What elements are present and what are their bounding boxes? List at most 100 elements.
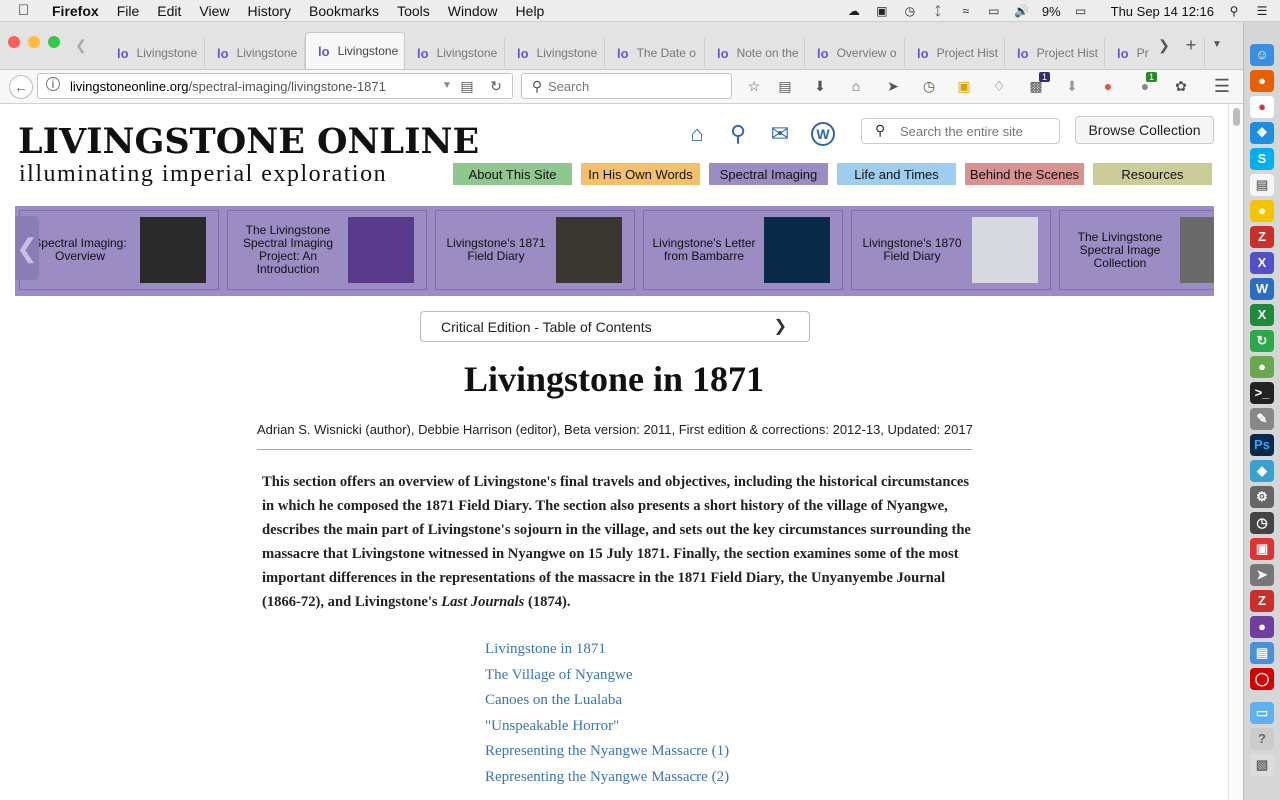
pocket-icon[interactable]: ♢ bbox=[990, 77, 1008, 95]
carousel-card[interactable]: The Livingstone Spectral Image Collectio… bbox=[1059, 210, 1214, 290]
app-status-icon[interactable]: ▣ bbox=[874, 4, 890, 18]
page-scrollbar[interactable] bbox=[1228, 104, 1243, 800]
word-icon[interactable]: W bbox=[1250, 278, 1274, 300]
reader-view-icon[interactable]: ▤ bbox=[458, 77, 476, 95]
home-icon[interactable]: ⌂ bbox=[685, 122, 709, 146]
clock-app-icon[interactable]: ◷ bbox=[1250, 512, 1274, 534]
zotero-icon[interactable]: Z bbox=[1250, 590, 1274, 612]
browser-tab[interactable]: lo Livingstone bbox=[405, 38, 505, 68]
pages-icon[interactable]: ▤ bbox=[1250, 174, 1274, 196]
nav-tab-in-his-own-words[interactable]: In His Own Words bbox=[581, 163, 700, 185]
photoshop-icon[interactable]: Ps bbox=[1250, 434, 1274, 456]
finder-icon[interactable]: ☺ bbox=[1250, 44, 1274, 66]
github-icon[interactable]: ● bbox=[1250, 616, 1274, 638]
carousel-card[interactable]: Spectral Imaging: Overview bbox=[19, 210, 219, 290]
nav-tab-resources[interactable]: Resources bbox=[1093, 163, 1212, 185]
automator-icon[interactable]: ⚙ bbox=[1250, 486, 1274, 508]
launchpad-icon[interactable]: ➤ bbox=[1250, 564, 1274, 586]
time-machine-icon[interactable]: ◷ bbox=[902, 4, 918, 18]
duckduckgo-icon[interactable]: ● bbox=[1099, 77, 1117, 95]
browser-tab[interactable]: lo Livingstone bbox=[505, 38, 605, 68]
wordpress-icon[interactable]: W bbox=[811, 122, 835, 146]
carousel-card[interactable]: The Livingstone Spectral Imaging Project… bbox=[227, 210, 427, 290]
reload-icon[interactable]: ↻ bbox=[487, 77, 505, 95]
battery-icon[interactable]: ▭ bbox=[1073, 4, 1089, 18]
spotlight-search-icon[interactable]: ⚲ bbox=[1226, 4, 1242, 18]
section-link[interactable]: Canoes on the Lualaba bbox=[485, 692, 729, 718]
url-history-dropdown-icon[interactable]: ▼ bbox=[438, 77, 456, 95]
red-app-icon[interactable]: ▣ bbox=[1250, 538, 1274, 560]
extension-puzzle-icon[interactable]: ✿ bbox=[1172, 77, 1190, 95]
notification-center-icon[interactable]: ☰ bbox=[1254, 4, 1270, 18]
bookmark-star-icon[interactable]: ☆ bbox=[745, 77, 763, 95]
wifi-icon[interactable]: ≈ bbox=[958, 4, 974, 18]
section-link[interactable]: Livingstone in 1871 bbox=[485, 641, 729, 667]
back-button-icon[interactable]: ← bbox=[9, 75, 33, 99]
help-icon[interactable]: ? bbox=[1250, 728, 1274, 750]
apple-menu-icon[interactable]:  bbox=[18, 2, 38, 19]
minimize-window-button[interactable] bbox=[28, 36, 40, 48]
nav-tab-behind-the-scenes[interactable]: Behind the Scenes bbox=[965, 163, 1084, 185]
carousel-prev-button[interactable]: ❮ bbox=[15, 216, 39, 280]
terminal-icon[interactable]: >_ bbox=[1250, 382, 1274, 404]
menu-edit[interactable]: Edit bbox=[157, 3, 181, 19]
mail-icon[interactable]: ✉ bbox=[768, 122, 792, 146]
trash-icon[interactable]: ▧ bbox=[1250, 754, 1274, 776]
browser-tab[interactable]: lo Livingstone bbox=[105, 38, 205, 68]
carousel-card[interactable]: Livingstone's Letter from Bambarre bbox=[643, 210, 843, 290]
sync-app-icon[interactable]: ↻ bbox=[1250, 330, 1274, 352]
scrollbar-thumb[interactable] bbox=[1233, 108, 1240, 126]
creative-cloud-icon[interactable]: ◯ bbox=[1250, 668, 1274, 690]
pocket-download-icon[interactable]: ⬇ bbox=[811, 77, 829, 95]
menu-view[interactable]: View bbox=[199, 3, 229, 19]
browser-tab[interactable]: lo Project Hist bbox=[905, 38, 1005, 68]
menu-file[interactable]: File bbox=[117, 3, 140, 19]
menu-app-firefox[interactable]: Firefox bbox=[52, 3, 99, 19]
menubar-clock[interactable]: Thu Sep 14 12:16 bbox=[1111, 4, 1214, 19]
browser-tab[interactable]: lo Note on the bbox=[705, 38, 805, 68]
browser-tab[interactable]: lo The Date o bbox=[605, 38, 705, 68]
menu-bookmarks[interactable]: Bookmarks bbox=[309, 3, 379, 19]
url-bar[interactable]: i livingstoneonline.org/spectral-imaging… bbox=[37, 73, 513, 99]
section-link[interactable]: "Unspeakable Horror" bbox=[485, 718, 729, 744]
toc-dropdown-button[interactable]: Critical Edition - Table of Contents ❯ bbox=[420, 311, 810, 342]
x11-icon[interactable]: X bbox=[1250, 252, 1274, 274]
cube-app-icon[interactable]: ◆ bbox=[1250, 460, 1274, 482]
zoom-window-button[interactable] bbox=[48, 36, 60, 48]
airplay-icon[interactable]: ▭ bbox=[986, 4, 1002, 18]
menu-help[interactable]: Help bbox=[516, 3, 545, 19]
browser-tab[interactable]: loLivingstone✕ bbox=[305, 32, 405, 69]
site-info-icon[interactable]: i bbox=[46, 77, 60, 91]
browse-collection-button[interactable]: Browse Collection bbox=[1075, 116, 1214, 144]
section-link[interactable]: The Village of Nyangwe bbox=[485, 667, 729, 693]
browser-tab[interactable]: lo Livingstone bbox=[205, 38, 305, 68]
safari-icon[interactable]: ❖ bbox=[1250, 122, 1274, 144]
browser-search-input[interactable]: ⚲ Search bbox=[521, 73, 732, 99]
tab-list-dropdown-icon[interactable]: ▼ bbox=[1208, 36, 1226, 54]
scroll-tabs-right-icon[interactable]: ❯ bbox=[1155, 36, 1173, 54]
home-icon[interactable]: ⌂ bbox=[847, 77, 865, 95]
cyberduck-icon[interactable]: ● bbox=[1250, 200, 1274, 222]
preview-icon[interactable]: ▤ bbox=[1250, 642, 1274, 664]
hamburger-menu-icon[interactable]: ☰ bbox=[1213, 77, 1231, 95]
menu-window[interactable]: Window bbox=[448, 3, 498, 19]
history-icon[interactable]: ◷ bbox=[920, 77, 938, 95]
nav-tab-spectral-imaging[interactable]: Spectral Imaging bbox=[709, 163, 828, 185]
site-search-input[interactable]: ⚲ Search the entire site bbox=[861, 118, 1060, 144]
globe-app-icon[interactable]: ● bbox=[1250, 356, 1274, 378]
skype-icon[interactable]: S bbox=[1250, 148, 1274, 170]
send-icon[interactable]: ➤ bbox=[884, 77, 902, 95]
nav-tab-life-and-times[interactable]: Life and Times bbox=[837, 163, 956, 185]
menu-tools[interactable]: Tools bbox=[397, 3, 430, 19]
cloud-status-icon[interactable]: ☁ bbox=[846, 4, 862, 18]
browser-tab[interactable]: lo Project Hist bbox=[1005, 38, 1105, 68]
new-tab-icon[interactable]: + bbox=[1182, 36, 1200, 54]
section-link[interactable]: Representing the Nyangwe Massacre (2) bbox=[485, 769, 729, 795]
bluetooth-icon[interactable]: ᛨ bbox=[930, 4, 946, 18]
carousel-card[interactable]: Livingstone's 1870 Field Diary bbox=[851, 210, 1051, 290]
scroll-tabs-left-icon[interactable]: ❮ bbox=[72, 36, 90, 54]
close-window-button[interactable] bbox=[8, 36, 20, 48]
section-link[interactable]: Representing the Nyangwe Massacre (1) bbox=[485, 743, 729, 769]
nav-tab-about-this-site[interactable]: About This Site bbox=[453, 163, 572, 185]
script-editor-icon[interactable]: ✎ bbox=[1250, 408, 1274, 430]
